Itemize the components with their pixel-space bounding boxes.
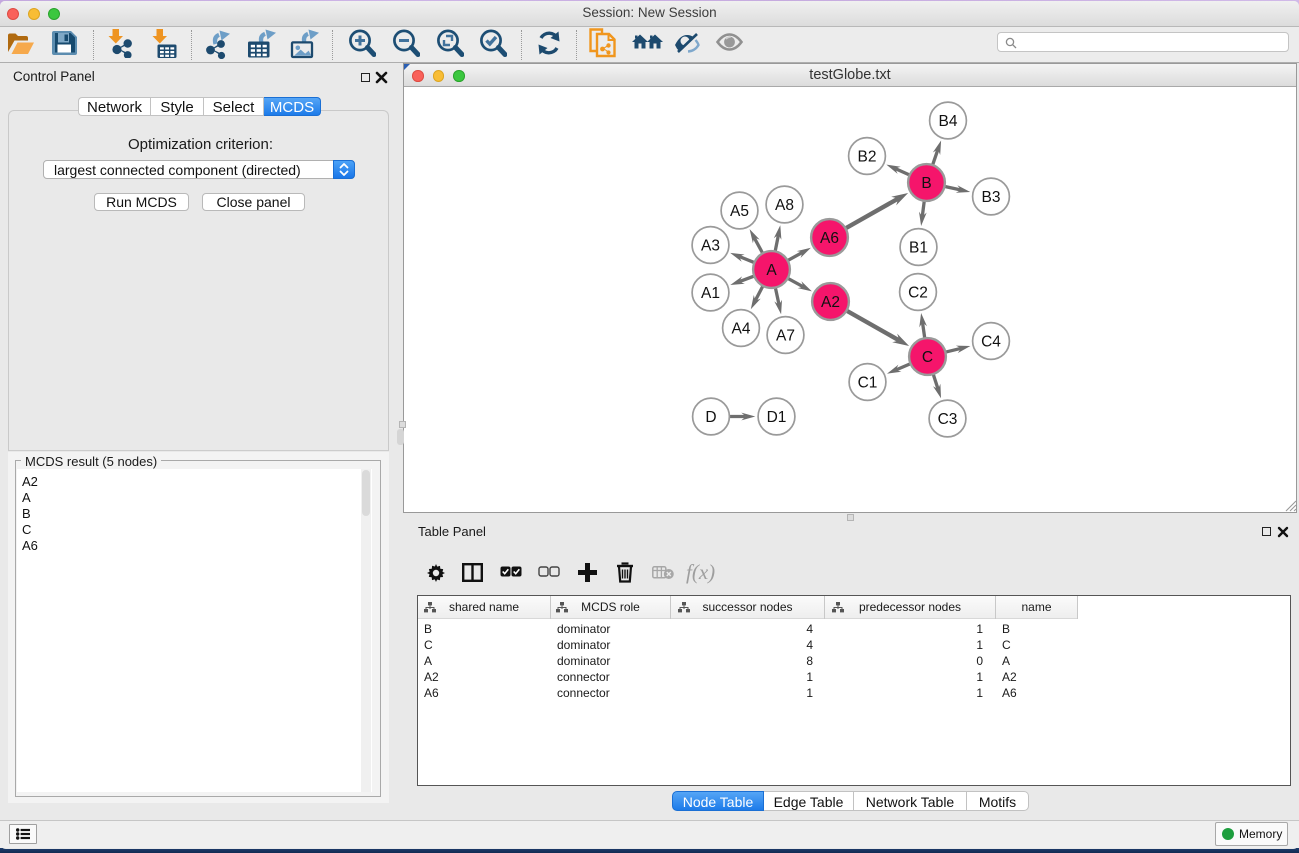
svg-text:A1: A1 [701, 285, 720, 302]
svg-text:B3: B3 [982, 189, 1001, 206]
svg-text:B: B [921, 175, 931, 192]
svg-text:A4: A4 [732, 321, 751, 338]
svg-text:B2: B2 [858, 149, 877, 166]
svg-text:C4: C4 [981, 334, 1001, 351]
svg-text:B1: B1 [909, 240, 928, 257]
svg-text:B4: B4 [939, 113, 958, 130]
svg-text:A2: A2 [821, 294, 840, 311]
svg-text:A5: A5 [730, 203, 749, 220]
svg-text:C1: C1 [858, 375, 878, 392]
svg-text:D: D [705, 409, 716, 426]
svg-text:A8: A8 [775, 197, 794, 214]
svg-text:C2: C2 [908, 285, 928, 302]
svg-text:C3: C3 [938, 411, 958, 428]
svg-text:A: A [766, 262, 777, 279]
svg-text:A7: A7 [776, 328, 795, 345]
svg-text:A6: A6 [820, 230, 839, 247]
svg-text:C: C [922, 349, 933, 366]
svg-text:A3: A3 [701, 238, 720, 255]
svg-text:D1: D1 [767, 409, 787, 426]
